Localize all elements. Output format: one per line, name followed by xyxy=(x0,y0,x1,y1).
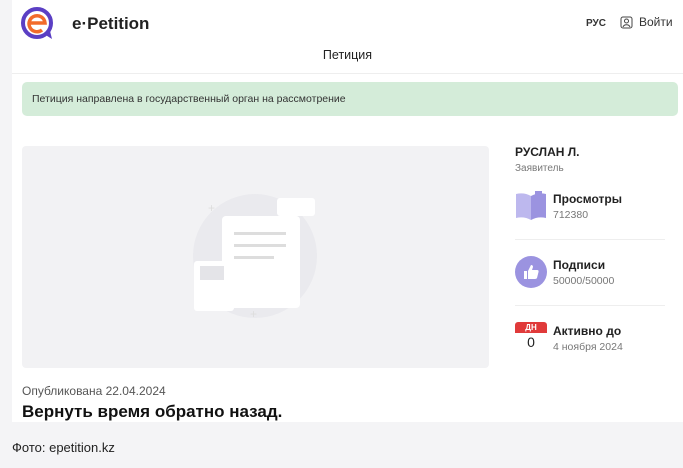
epetition-logo-icon[interactable] xyxy=(20,6,56,42)
active-label: Активно до xyxy=(553,324,622,338)
active-until-date: 4 ноября 2024 xyxy=(553,341,623,353)
days-calendar-icon: ДН 0 xyxy=(515,322,547,354)
language-switch[interactable]: РУС xyxy=(586,18,606,29)
signatures-count: 50000/50000 xyxy=(553,275,615,287)
days-count: 0 xyxy=(527,334,535,350)
login-button[interactable]: Войти xyxy=(620,15,673,29)
user-icon xyxy=(620,16,633,28)
author-role: Заявитель xyxy=(515,163,564,174)
page-title-text: Петиция xyxy=(322,48,373,62)
status-banner: Петиция направлена в государственный орг… xyxy=(22,82,678,116)
login-label: Войти xyxy=(639,15,673,29)
photo-caption: Фото: epetition.kz xyxy=(12,440,115,455)
active-until-stat: ДН 0 Активно до 4 ноября 2024 xyxy=(515,322,665,362)
divider xyxy=(515,305,665,306)
views-count: 712380 xyxy=(553,209,589,221)
page: e·Petition РУС Войти Петиция Петиция нап… xyxy=(12,0,683,422)
brand-name[interactable]: e·Petition xyxy=(72,14,149,34)
svg-text:+: + xyxy=(250,307,257,321)
petition-image-placeholder: + + xyxy=(22,146,489,368)
days-badge: ДН xyxy=(515,322,547,333)
svg-text:+: + xyxy=(208,201,215,215)
document-illustration-icon: + + xyxy=(193,194,317,321)
views-stat: Просмотры 712380 xyxy=(515,190,665,230)
views-label: Просмотры xyxy=(553,192,623,206)
signatures-label: Подписи xyxy=(553,258,606,272)
divider xyxy=(515,239,665,240)
author-name: РУСЛАН Л. xyxy=(515,145,580,159)
header: e·Petition РУС Войти xyxy=(12,0,683,48)
petition-title: Вернуть время обратно назад. xyxy=(22,402,283,421)
published-date: Опубликована 22.04.2024 xyxy=(22,384,166,398)
book-icon xyxy=(516,191,546,220)
thumbs-up-icon xyxy=(515,256,547,288)
signatures-stat: Подписи 50000/50000 xyxy=(515,256,665,296)
page-title: Петиция xyxy=(12,48,683,74)
petition-sidebar: РУСЛАН Л. Заявитель Просмотры 712380 Под… xyxy=(515,145,665,353)
